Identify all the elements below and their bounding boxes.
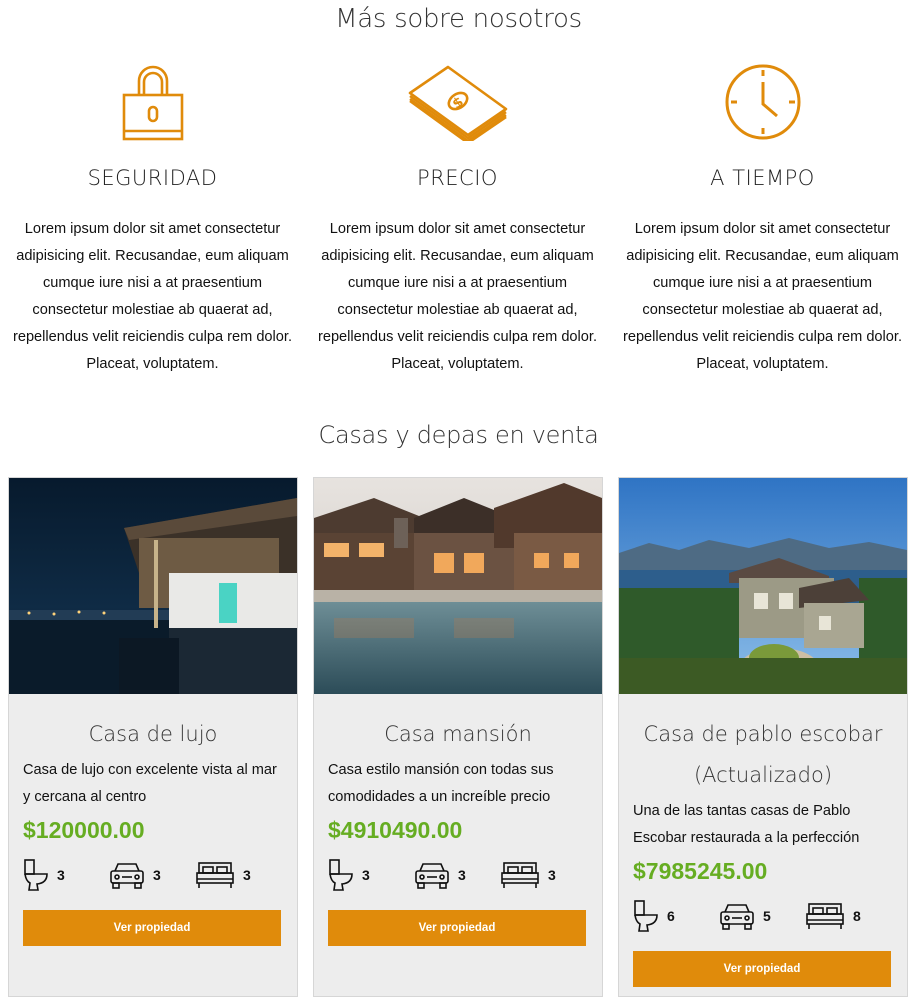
bathrooms-amenity: 3 [328, 859, 414, 891]
toilet-icon [634, 900, 658, 932]
property-description: Casa de lujo con excelente vista al mar … [23, 762, 277, 805]
property-title: Casa de lujo [88, 722, 218, 746]
bedrooms-amenity: 3 [500, 861, 556, 889]
property-card: Casa de lujo Casa de lujo con excelente … [8, 477, 298, 997]
feature-title: SEGURIDAD [87, 166, 218, 190]
view-property-button[interactable]: Ver propiedad [23, 910, 281, 946]
money-stack-icon: $ [305, 60, 610, 144]
bed-icon [806, 903, 844, 929]
feature-seguridad: SEGURIDAD Lorem ipsum dolor sit amet con… [0, 60, 305, 378]
clock-icon [610, 60, 915, 144]
feature-title: PRECIO [417, 166, 498, 190]
feature-a-tiempo: A TIEMPO Lorem ipsum dolor sit amet cons… [610, 60, 915, 378]
bed-icon [196, 862, 234, 888]
bathrooms-amenity: 6 [633, 900, 719, 932]
feature-text: Lorem ipsum dolor sit amet consectetur a… [622, 221, 903, 372]
property-photo-lakeside-house[interactable] [619, 478, 907, 694]
view-property-button[interactable]: Ver propiedad [633, 951, 891, 987]
feature-text: Lorem ipsum dolor sit amet consectetur a… [317, 221, 598, 372]
toilet-icon [24, 859, 48, 891]
bathrooms-count: 3 [362, 867, 370, 883]
car-icon [110, 863, 144, 889]
toilet-icon [329, 859, 353, 891]
padlock-icon [0, 60, 305, 144]
bathrooms-count: 3 [57, 867, 65, 883]
bedrooms-count: 3 [243, 867, 251, 883]
property-price: $120000.00 [23, 817, 145, 843]
parking-amenity: 5 [719, 902, 805, 930]
amenities-row: 3 3 3 [328, 858, 588, 892]
feature-precio: $ PRECIO Lorem ipsum dolor sit amet cons… [305, 60, 610, 378]
property-card: Casa mansión Casa estilo mansión con tod… [313, 477, 603, 997]
bed-icon [501, 862, 539, 888]
about-section-title: Más sobre nosotros [335, 4, 582, 34]
listings-section-title: Casas y depas en venta [318, 421, 599, 449]
property-description: Una de las tantas casas de Pablo Escobar… [633, 803, 860, 846]
property-price: $7985245.00 [633, 858, 768, 884]
car-icon [720, 904, 754, 930]
parking-amenity: 3 [109, 861, 195, 889]
bedrooms-count: 3 [548, 867, 556, 883]
property-card: Casa de pablo escobar (Actualizado) Una … [618, 477, 908, 997]
property-title: Casa de pablo escobar (Actualizado) [643, 722, 883, 787]
feature-text: Lorem ipsum dolor sit amet consectetur a… [12, 221, 293, 372]
car-icon [415, 863, 449, 889]
bathrooms-amenity: 3 [23, 859, 109, 891]
amenities-row: 3 3 3 [23, 858, 283, 892]
parking-count: 3 [153, 867, 161, 883]
view-property-button[interactable]: Ver propiedad [328, 910, 586, 946]
parking-amenity: 3 [414, 861, 500, 889]
bedrooms-amenity: 3 [195, 861, 251, 889]
property-photo-night-house[interactable] [9, 478, 297, 694]
property-price: $4910490.00 [328, 817, 463, 843]
property-photo-mansion-pool[interactable] [314, 478, 602, 694]
bedrooms-amenity: 8 [805, 902, 861, 930]
bathrooms-count: 6 [667, 908, 675, 924]
property-title: Casa mansión [384, 722, 532, 746]
feature-title: A TIEMPO [710, 166, 815, 190]
property-description: Casa estilo mansión con todas sus comodi… [328, 762, 554, 805]
parking-count: 5 [763, 908, 771, 924]
parking-count: 3 [458, 867, 466, 883]
bedrooms-count: 8 [853, 908, 861, 924]
amenities-row: 6 5 8 [633, 899, 893, 933]
